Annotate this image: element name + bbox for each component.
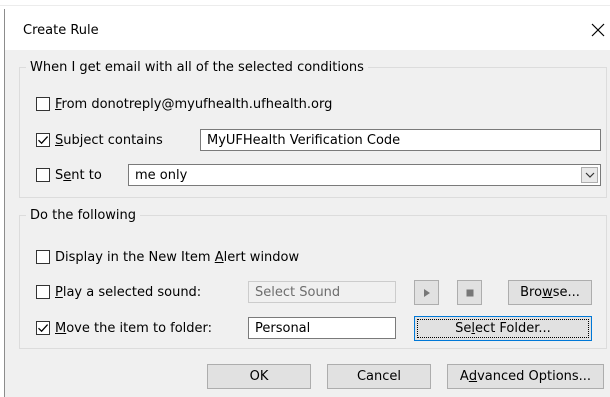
select-folder-label-rest: ect Folder... [475,321,551,336]
subject-condition[interactable]: Subject contains [36,129,163,151]
from-checkbox[interactable] [36,97,50,111]
move-label-accel: M [55,320,67,336]
close-icon [591,23,605,37]
advanced-label-accel: d [468,369,478,384]
stop-icon [466,289,473,296]
sound-label-accel: P [55,284,63,300]
subject-label-rest: ubject contains [63,132,163,148]
select-folder-label-pre: Se [455,321,472,336]
alert-label-pre: Display in the New Item [55,249,215,265]
cancel-button[interactable]: Cancel [327,364,431,389]
select-folder-label-accel: l [471,321,476,336]
sent-to-checkbox[interactable] [36,168,50,182]
alert-label: Display in the New Item Alert window [55,250,299,265]
folder-input[interactable]: Personal [248,317,396,339]
checkmark-icon [38,136,49,145]
move-checkbox[interactable] [36,321,50,335]
move-label: Move the item to folder: [55,321,212,336]
sent-to-label-rest: nt to [71,167,102,183]
advanced-label-pre: A [459,369,469,384]
alert-label-accel: A [214,249,224,265]
subject-input[interactable]: MyUFHealth Verification Code [200,129,601,151]
from-label-rest: rom donotreply@myufhealth.ufhealth.org [61,96,333,112]
ok-button[interactable]: OK [207,364,311,389]
sent-to-label: Sent to [55,168,102,183]
browse-label-rest: se... [552,285,580,300]
move-label-rest: ove the item to folder: [66,320,213,336]
stop-sound-button[interactable] [457,280,482,305]
play-icon [423,288,430,297]
dialog-title: Create Rule [23,23,99,38]
from-label: From donotreply@myufhealth.ufhealth.org [55,97,332,112]
advanced-label-rest: vanced Options... [477,369,592,384]
alert-action[interactable]: Display in the New Item Alert window [36,246,299,268]
sound-input[interactable]: Select Sound [248,281,396,303]
move-action[interactable]: Move the item to folder: [36,317,212,339]
background-divider [0,5,610,6]
from-condition[interactable]: From donotreply@myufhealth.ufhealth.org [36,93,332,115]
close-button[interactable] [586,13,610,47]
sound-checkbox[interactable] [36,285,50,299]
sound-label-rest: lay a selected sound: [62,284,202,300]
sound-action[interactable]: Play a selected sound: [36,281,201,303]
subject-label: Subject contains [55,133,163,148]
browse-label-pre: Bro [520,285,543,300]
browse-label-accel: w [542,285,553,300]
actions-legend: Do the following [30,208,137,223]
play-sound-button[interactable] [414,280,439,305]
sent-to-condition[interactable]: Sent to [36,164,102,186]
sent-to-selected: me only [135,167,188,183]
conditions-group: When I get email with all of the selecte… [19,60,607,198]
alert-checkbox[interactable] [36,250,50,264]
dropdown-arrow[interactable] [581,167,598,183]
actions-group: Do the following Display in the New Item… [19,208,607,349]
sent-to-dropdown[interactable]: me only [128,164,601,186]
create-rule-dialog: Create Rule When I get email with all of… [4,9,610,397]
chevron-down-icon [585,172,594,178]
advanced-options-button[interactable]: Ad vanced Options... [447,364,604,389]
subject-checkbox[interactable] [36,133,50,147]
sound-label: Play a selected sound: [55,285,201,300]
browse-button[interactable]: Bro w se... [508,280,592,305]
alert-label-rest: lert window [223,249,300,265]
select-folder-button[interactable]: Se l ect Folder... [414,316,592,341]
title-bar: Create Rule [5,9,610,50]
checkmark-icon [38,324,49,333]
conditions-legend: When I get email with all of the selecte… [30,60,364,75]
background-page [0,0,610,8]
